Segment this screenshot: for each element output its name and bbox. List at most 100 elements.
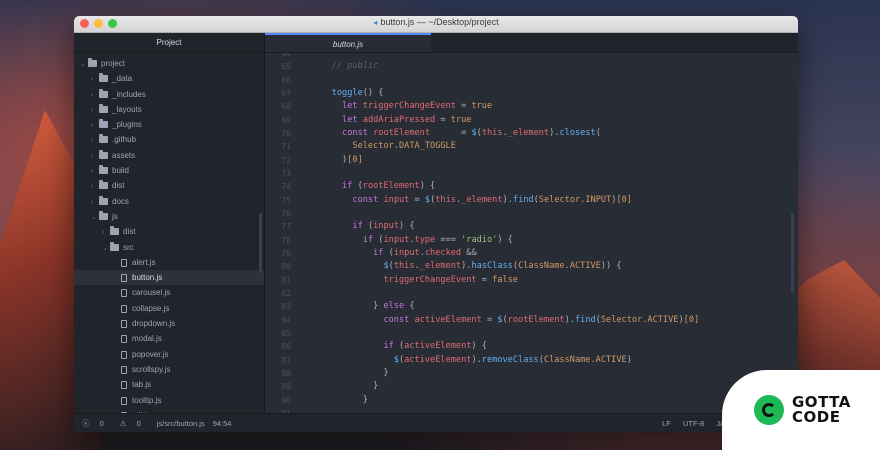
tree-folder[interactable]: › build <box>74 163 264 178</box>
warning-count[interactable]: ⚠ 0 <box>120 419 149 428</box>
tree-folder[interactable]: › dist <box>74 224 264 239</box>
tree-item-label: _includes <box>112 89 146 99</box>
warning-icon: ⚠ <box>119 419 127 428</box>
code-line[interactable]: if (activeElement) { <box>311 340 798 353</box>
code-line[interactable]: )[0] <box>311 154 798 167</box>
line-ending[interactable]: LF <box>662 419 671 428</box>
chevron-right-icon: › <box>91 152 94 160</box>
code-line[interactable]: let triggerChangeEvent = true <box>311 100 798 113</box>
tree-file[interactable]: tab.js <box>74 377 264 392</box>
tree-item-label: tab.js <box>132 380 152 390</box>
error-count-value: 0 <box>99 419 104 428</box>
line-number: 81 <box>281 275 291 285</box>
tree-file[interactable]: dropdown.js <box>74 316 264 331</box>
code-line[interactable] <box>311 207 798 220</box>
file-icon <box>121 304 127 313</box>
tree-folder[interactable]: › _includes <box>74 87 264 102</box>
error-count[interactable]: ⓧ 0 <box>82 418 112 429</box>
line-number: 68 <box>281 102 291 112</box>
code-line[interactable] <box>311 74 798 87</box>
chevron-down-icon: ⌄ <box>80 61 86 68</box>
tree-folder[interactable]: › _layouts <box>74 102 264 117</box>
code-line[interactable]: if (input.type === 'radio') { <box>311 234 798 247</box>
chevron-down-icon: ⌄ <box>91 213 97 221</box>
tree-folder[interactable]: ⌄ project <box>74 56 264 71</box>
code-line[interactable]: const rootElement = $(this._element).clo… <box>311 127 798 140</box>
code-line[interactable]: let addAriaPressed = true <box>311 114 798 127</box>
line-number: 69 <box>281 115 291 125</box>
tree-item-label: scrollspy.js <box>132 364 171 374</box>
folder-icon <box>88 58 97 67</box>
tree-item-label: js <box>112 211 118 221</box>
tree-scrollbar[interactable] <box>259 213 262 273</box>
code-line[interactable]: Selector.DATA_TOGGLE <box>311 140 798 153</box>
tree-file[interactable]: carousel.js <box>74 285 264 300</box>
code-line[interactable]: } else { <box>311 300 798 313</box>
code-editor[interactable]: 64 65 66 67 68 69 70 71 72 73 74 75 76 77 78 79 80 81 82 83… <box>265 53 798 413</box>
tree-file[interactable]: scrollspy.js <box>74 362 264 377</box>
code-area[interactable]: // public toggle() { let triggerChangeEv… <box>299 53 798 413</box>
code-line[interactable] <box>311 167 798 180</box>
line-number: 79 <box>281 248 291 258</box>
code-line[interactable]: const activeElement = $(rootElement).fin… <box>311 314 798 327</box>
code-line[interactable]: } <box>311 380 798 393</box>
tree-folder[interactable]: ⌄ js <box>74 209 264 224</box>
chevron-right-icon: › <box>91 106 94 114</box>
tree-file[interactable]: button.js <box>74 270 264 286</box>
tree-file[interactable]: alert.js <box>74 255 264 270</box>
folder-icon <box>110 226 119 236</box>
code-line[interactable]: // public <box>311 60 798 73</box>
code-line[interactable] <box>311 287 798 300</box>
tab-project[interactable]: Project <box>74 33 265 52</box>
file-icon <box>121 365 127 374</box>
code-line[interactable] <box>311 327 798 340</box>
cursor-position[interactable]: 94:54 <box>213 419 232 428</box>
code-line[interactable]: if (input.checked && <box>311 247 798 260</box>
line-number: 82 <box>281 288 291 298</box>
file-icon <box>121 396 127 405</box>
folder-icon <box>99 195 108 205</box>
tree-item-label: collapse.js <box>132 303 170 313</box>
gottacode-badge: GOTTA CODE <box>722 370 880 450</box>
code-line[interactable]: $(this._element).hasClass(ClassName.ACTI… <box>311 260 798 273</box>
folder-icon <box>99 134 108 144</box>
error-icon: ⓧ <box>82 419 90 428</box>
folder-icon <box>99 210 108 220</box>
tree-folder[interactable]: › _data <box>74 71 264 86</box>
tree-folder[interactable]: › assets <box>74 148 264 163</box>
file-path[interactable]: js/src/button.js <box>157 419 205 428</box>
tree-folder[interactable]: ⌄ src <box>74 240 264 255</box>
code-line[interactable]: triggerChangeEvent = false <box>311 274 798 287</box>
file-icon <box>121 274 127 283</box>
code-line[interactable]: const input = $(this._element).find(Sele… <box>311 194 798 207</box>
status-bar: ⓧ 0 ⚠ 0 js/src/button.js 94:54 LF UTF-8 … <box>74 413 798 432</box>
tree-item-label: _data <box>112 74 133 84</box>
line-number: 64 <box>281 53 291 58</box>
encoding[interactable]: UTF-8 <box>683 419 704 428</box>
code-line[interactable]: toggle() { <box>311 87 798 100</box>
file-icon <box>121 381 127 390</box>
tree-folder[interactable]: › _plugins <box>74 117 264 132</box>
window-title: ◂ button.js — ~/Desktop/project <box>74 17 798 27</box>
warning-count-value: 0 <box>136 419 141 428</box>
code-line[interactable]: } <box>311 367 798 380</box>
tree-file[interactable]: modal.js <box>74 331 264 346</box>
tree-file[interactable]: popover.js <box>74 347 264 362</box>
code-line[interactable]: if (rootElement) { <box>311 180 798 193</box>
tree-folder[interactable]: › docs <box>74 194 264 209</box>
tree-folder[interactable]: › dist <box>74 178 264 193</box>
code-line[interactable] <box>311 53 798 60</box>
tab-button-js[interactable]: button.js <box>265 33 431 52</box>
chevron-right-icon: › <box>91 198 94 206</box>
code-line[interactable]: if (input) { <box>311 220 798 233</box>
editor-scrollbar[interactable] <box>791 213 794 293</box>
line-number: 75 <box>281 195 291 205</box>
tree-file[interactable]: collapse.js <box>74 301 264 316</box>
folder-icon <box>99 165 108 175</box>
line-number: 76 <box>281 208 291 218</box>
tree-folder[interactable]: › .github <box>74 132 264 147</box>
code-line[interactable]: $(activeElement).removeClass(ClassName.A… <box>311 354 798 367</box>
line-number: 78 <box>281 235 291 245</box>
tree-item-label: assets <box>112 150 136 160</box>
tree-file[interactable]: tooltip.js <box>74 393 264 408</box>
